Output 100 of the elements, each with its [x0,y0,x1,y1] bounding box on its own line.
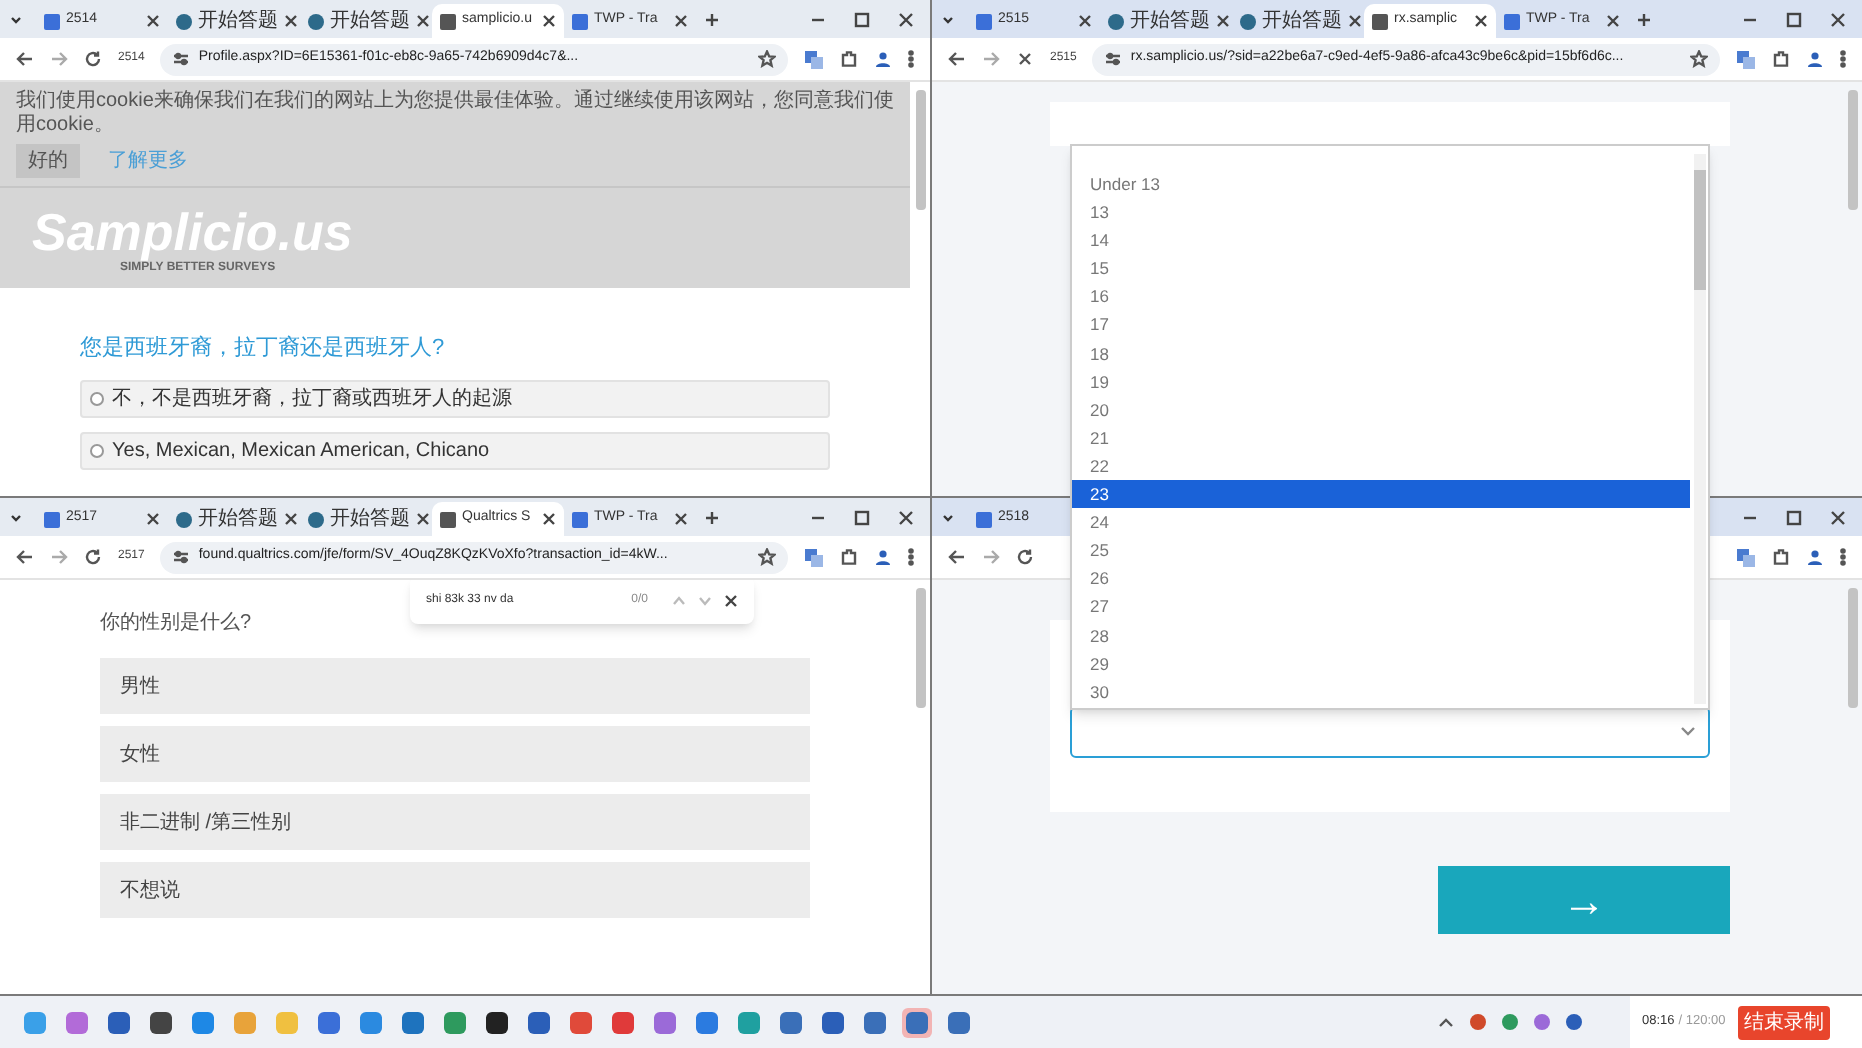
dropdown-option[interactable]: 13 [1072,198,1690,227]
tab-close-icon[interactable] [284,14,298,28]
tab-close-icon[interactable] [146,14,160,28]
tab-list-icon[interactable] [8,509,24,525]
extensions-icon[interactable] [1772,50,1790,68]
back-icon[interactable] [16,50,34,68]
tab-close-icon[interactable] [416,14,430,28]
tab-close-icon[interactable] [674,512,688,526]
browser-tab[interactable]: 开始答题 [300,4,432,38]
answer-option[interactable]: 不，不是西班牙裔，拉丁裔或西班牙人的起源 [80,379,830,417]
profile-icon[interactable] [874,548,892,566]
tab-close-icon[interactable] [1348,14,1362,28]
tab-close-icon[interactable] [542,512,556,526]
site-settings-icon[interactable] [172,50,191,68]
reload-icon[interactable] [1016,548,1034,566]
back-icon[interactable] [948,50,966,68]
extensions-icon[interactable] [840,548,858,566]
translate-icon[interactable] [1736,49,1756,69]
scrollbar[interactable] [916,588,926,708]
dropdown-option[interactable]: 20 [1072,395,1690,424]
stop-recording-button[interactable]: 结束录制 [1737,1005,1830,1039]
scrollbar[interactable] [1694,170,1706,290]
browser-tab[interactable]: 开始答题 [168,502,300,536]
tab-close-icon[interactable] [284,512,298,526]
new-tab-icon[interactable] [704,509,720,525]
reload-icon[interactable] [84,548,102,566]
close-icon[interactable] [1830,11,1846,27]
browser-tab[interactable]: 开始答题 [1232,4,1364,38]
bookmark-star-icon[interactable] [1690,50,1708,68]
new-tab-icon[interactable] [1636,11,1652,27]
menu-icon[interactable] [908,548,914,566]
browser-tab[interactable]: 开始答题 [1100,4,1232,38]
dropdown-option[interactable]: 24 [1072,508,1690,537]
profile-icon[interactable] [1806,50,1824,68]
radio-button[interactable] [90,443,104,457]
reload-icon[interactable] [84,50,102,68]
tab-list-icon[interactable] [940,509,956,525]
bookmark-star-icon[interactable] [758,50,776,68]
answer-option[interactable]: Yes, Mexican, Mexican American, Chicano [80,431,830,469]
age-select-field[interactable] [1070,706,1710,758]
dropdown-option[interactable]: Under 13 [1072,170,1690,199]
tab-list-icon[interactable] [8,11,24,27]
maximize-icon[interactable] [1786,11,1802,27]
dropdown-option[interactable]: 25 [1072,536,1690,565]
browser-tab[interactable]: 开始答题 [300,502,432,536]
translate-icon[interactable] [1736,547,1756,567]
translate-icon[interactable] [804,547,824,567]
tab-close-icon[interactable] [1216,14,1230,28]
dropdown-option[interactable]: 30 [1072,677,1690,706]
profile-icon[interactable] [874,50,892,68]
dropdown-option[interactable]: 18 [1072,339,1690,368]
menu-icon[interactable] [1840,548,1846,566]
tab-close-icon[interactable] [1474,14,1488,28]
scrollbar[interactable] [1848,90,1858,210]
scrollbar[interactable] [1848,588,1858,708]
back-icon[interactable] [16,548,34,566]
new-tab-icon[interactable] [704,11,720,27]
taskbar-app-icon[interactable] [146,1007,176,1037]
back-icon[interactable] [948,548,966,566]
dropdown-option[interactable]: 28 [1072,621,1690,650]
tab-close-icon[interactable] [542,14,556,28]
extensions-icon[interactable] [840,50,858,68]
close-icon[interactable] [724,593,738,607]
dropdown-option[interactable]: 26 [1072,564,1690,593]
radio-button[interactable] [90,391,104,405]
menu-icon[interactable] [908,50,914,68]
maximize-icon[interactable] [854,11,870,27]
stop-loading-icon[interactable] [1016,50,1034,68]
browser-tab[interactable]: 开始答题 [168,4,300,38]
dropdown-option[interactable]: 27 [1072,592,1690,621]
dropdown-option[interactable]: 17 [1072,310,1690,340]
chevron-up-icon[interactable] [1438,1016,1454,1028]
menu-icon[interactable] [1840,50,1846,68]
maximize-icon[interactable] [854,509,870,525]
bookmark-star-icon[interactable] [758,548,776,566]
tab-close-icon[interactable] [1078,14,1092,28]
site-settings-icon[interactable] [1104,50,1123,68]
accept-button[interactable]: 好的 [16,144,80,178]
dropdown-option[interactable]: 23 [1072,480,1690,509]
tab-close-icon[interactable] [674,14,688,28]
tab-close-icon[interactable] [146,512,160,526]
scrollbar[interactable] [916,90,926,210]
dropdown-option[interactable]: 16 [1072,282,1690,311]
dropdown-option[interactable]: 29 [1072,649,1690,678]
tab-close-icon[interactable] [1606,14,1620,28]
profile-icon[interactable] [1806,548,1824,566]
dropdown-option[interactable]: 21 [1072,423,1690,452]
extensions-icon[interactable] [1772,548,1790,566]
answer-option[interactable]: 女性 [100,726,810,782]
answer-option[interactable]: 不想说 [100,862,810,918]
tab-close-icon[interactable] [416,512,430,526]
dropdown-option[interactable]: 14 [1072,226,1690,255]
close-icon[interactable] [1830,509,1846,525]
dropdown-option[interactable]: 15 [1072,254,1690,283]
answer-option[interactable]: 非二进制 /第三性别 [100,794,810,850]
taskbar-app-icon[interactable] [482,1007,512,1037]
site-settings-icon[interactable] [172,548,191,566]
answer-option[interactable]: 男性 [100,658,810,714]
translate-icon[interactable] [804,49,824,69]
maximize-icon[interactable] [1786,509,1802,525]
